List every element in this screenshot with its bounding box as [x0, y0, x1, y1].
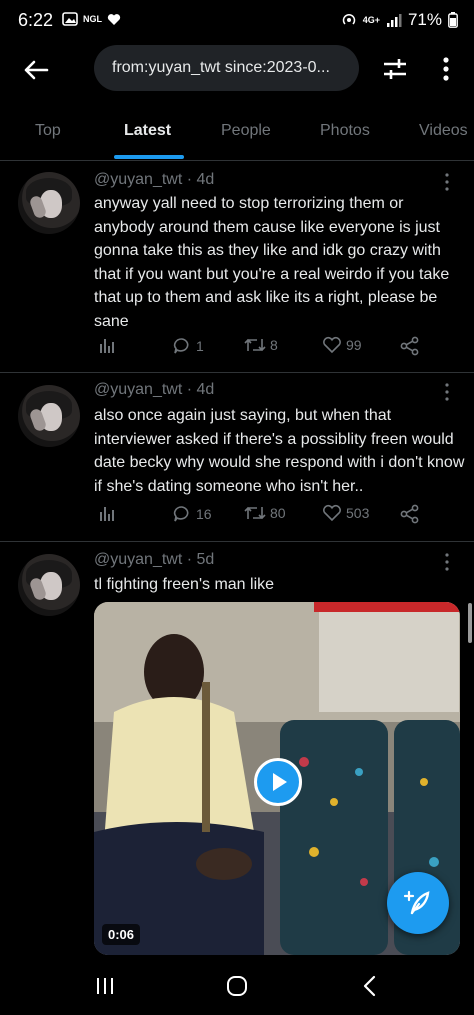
analytics-button[interactable]	[98, 504, 116, 522]
tweet-handle-time[interactable]: @yuyan_twt · 4d	[94, 171, 214, 189]
retweet-button[interactable]: 80	[244, 504, 286, 522]
tab-people[interactable]: People	[221, 122, 271, 140]
analytics-button[interactable]	[98, 336, 116, 354]
tweet-text: tl fighting freen's man like	[94, 576, 275, 593]
scrollbar[interactable]	[468, 603, 472, 643]
tweet-more-icon[interactable]	[438, 381, 456, 403]
feather-plus-icon	[403, 890, 430, 915]
overflow-menu-icon[interactable]	[434, 54, 458, 84]
recent-apps-icon[interactable]	[94, 974, 116, 998]
status-bar: 6:22 NGL 4G+ 71%	[0, 0, 474, 42]
app-badge: NGL	[83, 14, 102, 24]
gallery-icon	[62, 12, 78, 26]
tab-videos[interactable]: Videos	[419, 122, 468, 140]
tab-top[interactable]: Top	[35, 122, 61, 140]
status-time: 6:22	[18, 10, 54, 30]
play-icon	[273, 773, 287, 791]
retweet-count: 8	[270, 337, 278, 353]
tweet-handle-time[interactable]: @yuyan_twt · 4d	[94, 381, 214, 399]
tweet-item[interactable]: @yuyan_twt · 4d also once again just say…	[0, 373, 474, 542]
search-header: from:yuyan_twt since:2023-0...	[0, 42, 474, 98]
tab-photos[interactable]: Photos	[320, 122, 370, 140]
like-count: 99	[346, 337, 362, 353]
like-count: 503	[346, 505, 370, 521]
reply-button[interactable]: 1	[172, 336, 204, 356]
signal-icon	[386, 14, 402, 27]
system-nav-bar	[0, 960, 474, 1015]
filter-sliders-icon[interactable]	[380, 54, 410, 84]
tweet-text: anyway yall need to stop terrorizing the…	[94, 195, 450, 330]
avatar[interactable]	[18, 385, 80, 447]
battery-percent: 71%	[407, 10, 442, 29]
heart-icon	[323, 504, 341, 522]
analytics-icon	[100, 339, 114, 353]
tweet-actions: 16 80 503	[94, 504, 434, 528]
share-icon	[400, 504, 419, 524]
tweet-more-icon[interactable]	[438, 551, 456, 573]
reply-button[interactable]: 16	[172, 504, 212, 524]
active-tab-indicator	[114, 155, 184, 159]
hotspot-icon	[342, 13, 355, 25]
like-button[interactable]: 503	[322, 504, 369, 522]
avatar[interactable]	[18, 172, 80, 234]
tweet-handle-time[interactable]: @yuyan_twt · 5d	[94, 551, 214, 569]
tweet-more-icon[interactable]	[438, 171, 456, 193]
retweet-count: 80	[270, 505, 286, 521]
heart-icon	[323, 336, 341, 354]
share-icon	[400, 336, 419, 356]
reply-icon	[173, 506, 189, 522]
like-button[interactable]: 99	[322, 336, 362, 354]
analytics-icon	[100, 507, 114, 521]
share-button[interactable]	[400, 504, 420, 524]
tab-latest[interactable]: Latest	[124, 122, 171, 140]
network-type: 4G+	[362, 15, 380, 25]
reply-count: 16	[196, 506, 212, 522]
reply-icon	[173, 338, 189, 354]
reply-count: 1	[196, 338, 204, 354]
status-right: 4G+ 71%	[341, 10, 458, 30]
search-input[interactable]: from:yuyan_twt since:2023-0...	[94, 45, 359, 91]
battery-icon	[448, 12, 458, 28]
system-back-icon[interactable]	[360, 974, 380, 998]
heart-status-icon	[107, 13, 121, 25]
retweet-icon	[244, 506, 266, 520]
video-duration: 0:06	[102, 924, 141, 945]
back-arrow-icon[interactable]	[20, 54, 52, 86]
retweet-button[interactable]: 8	[244, 336, 278, 354]
retweet-icon	[244, 338, 266, 352]
notification-icons: NGL	[62, 12, 121, 26]
avatar[interactable]	[18, 554, 80, 616]
play-button[interactable]	[254, 758, 302, 806]
compose-tweet-button[interactable]	[387, 872, 449, 934]
home-icon[interactable]	[225, 974, 249, 998]
tweet-text: also once again just saying, but when th…	[94, 407, 465, 495]
tweet-actions: 1 8 99	[94, 336, 434, 360]
search-tabs: Top Latest People Photos Videos	[0, 108, 474, 161]
share-button[interactable]	[400, 336, 420, 356]
tweet-item[interactable]: @yuyan_twt · 4d anyway yall need to stop…	[0, 162, 474, 373]
